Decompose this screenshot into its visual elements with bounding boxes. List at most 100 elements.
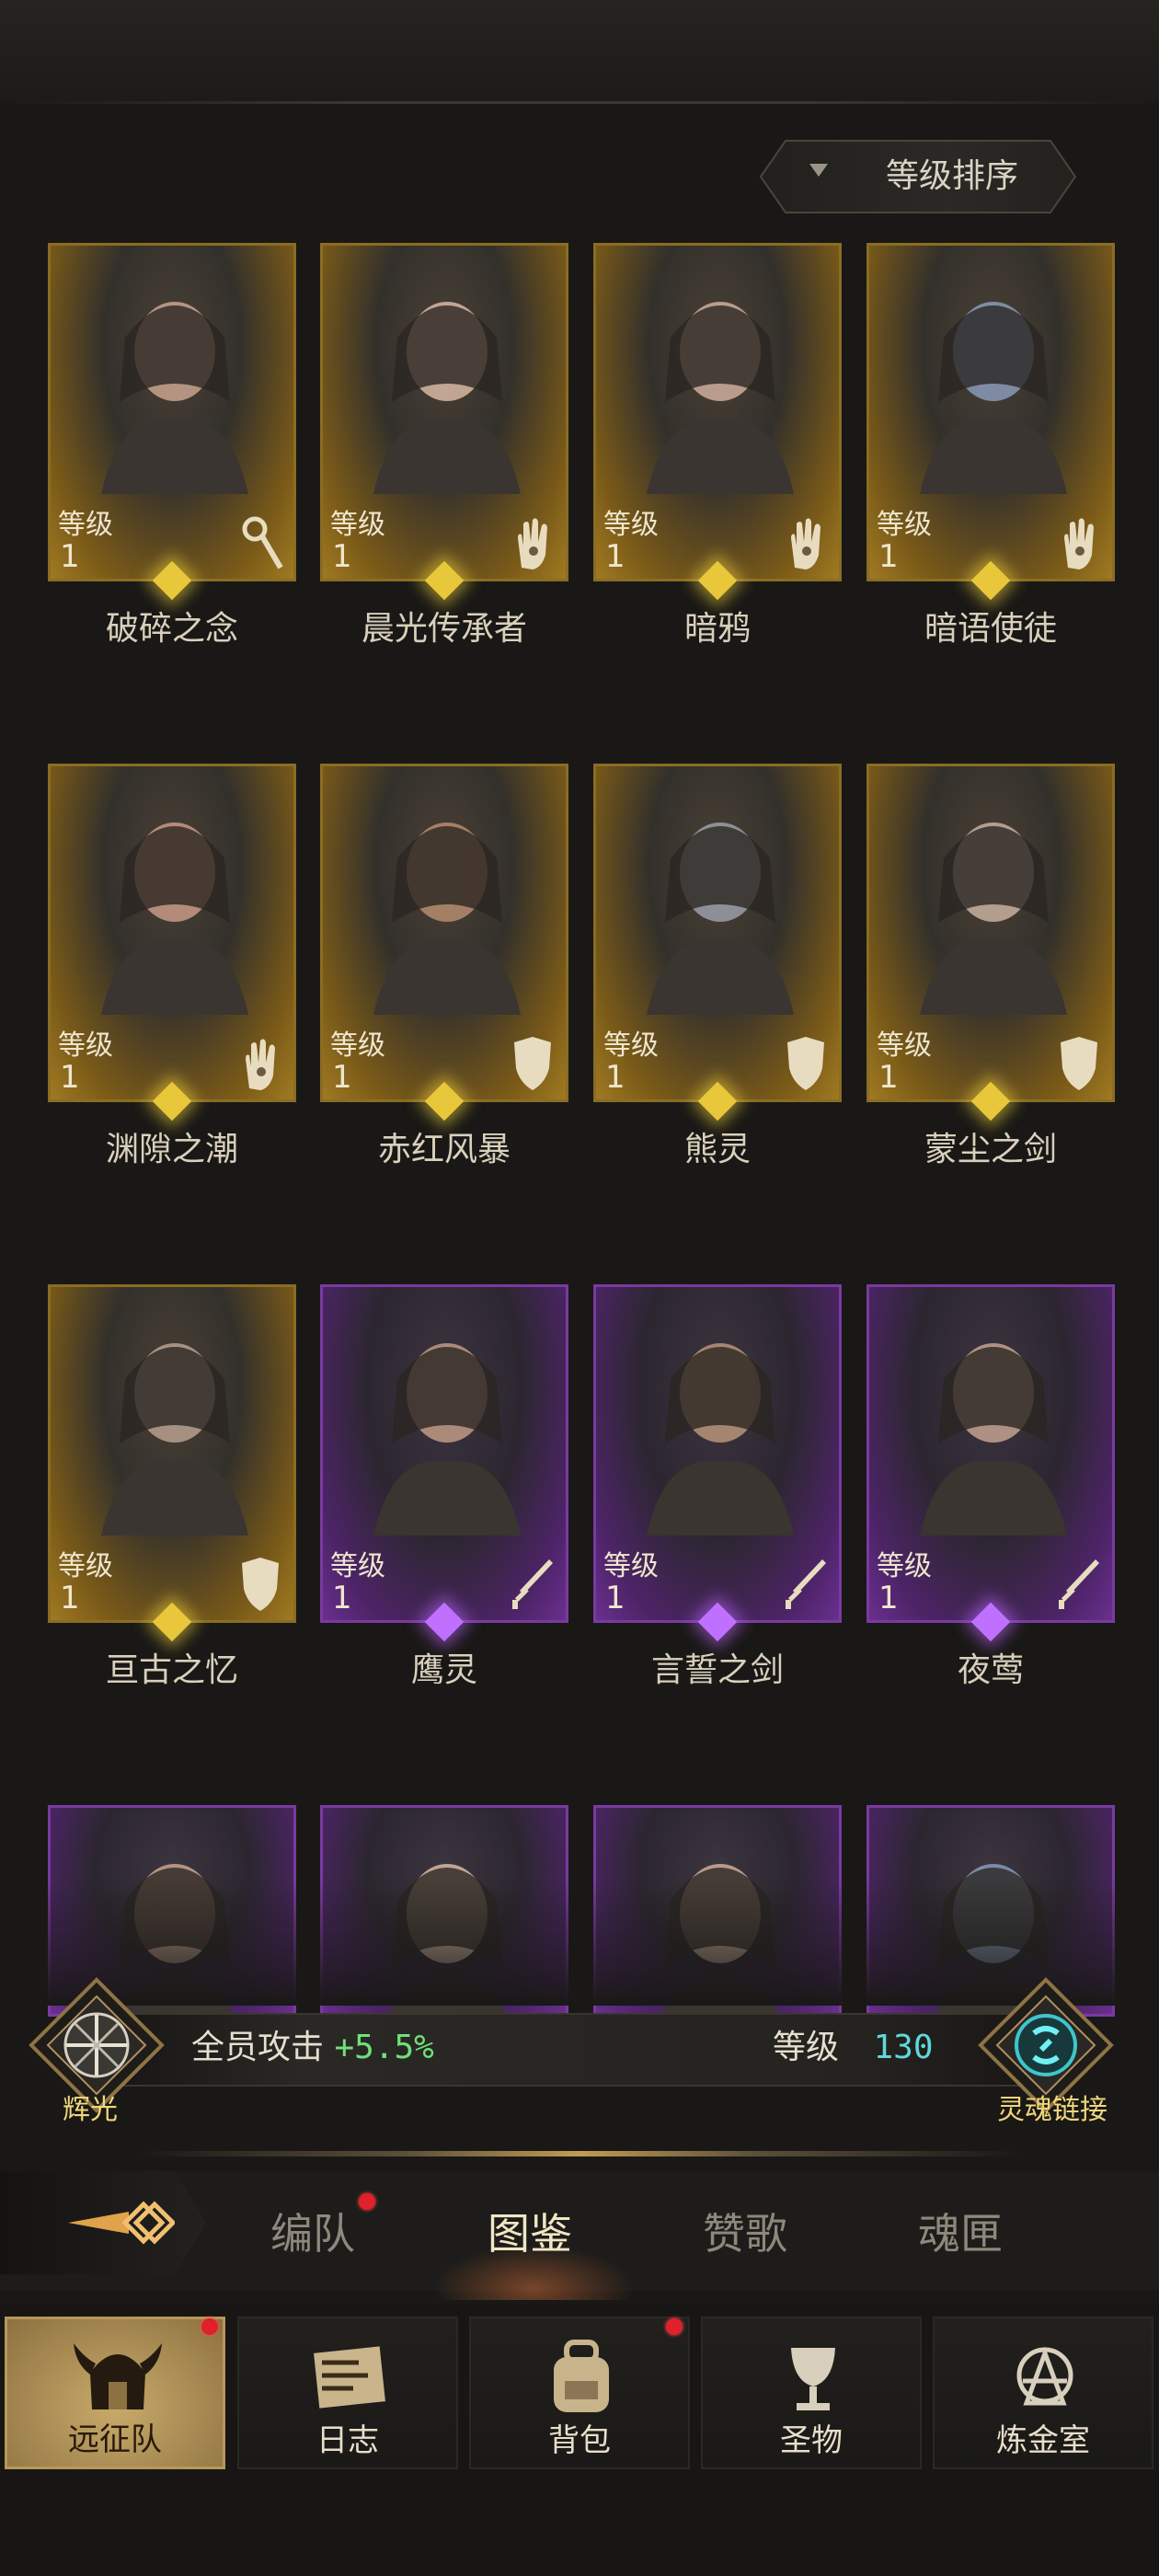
hero-card[interactable]: 等级 1 [593, 243, 842, 581]
radiance-label: 辉光 [63, 2094, 118, 2126]
level-value: 1 [60, 1580, 80, 1616]
chevron-down-icon [809, 164, 828, 177]
hand-icon [246, 1039, 275, 1090]
hero-card[interactable]: 等级 1 [320, 243, 568, 581]
nav-label: 远征队 [68, 2421, 162, 2458]
level-value: 1 [332, 538, 352, 575]
level-label: 等级 [877, 509, 932, 541]
hero-portrait [373, 1343, 521, 1535]
back-arrow-icon [68, 2201, 175, 2245]
notification-dot [201, 2318, 218, 2335]
hero-name: 言誓之剑 [650, 1651, 784, 1689]
notification-dot [359, 2193, 375, 2210]
hand-icon [518, 518, 547, 569]
hand-icon [1064, 518, 1094, 569]
backpack-icon [554, 2340, 609, 2412]
hero-name: 夜莺 [957, 1651, 1024, 1689]
nav-label: 日志 [316, 2422, 379, 2459]
level-label: 等级 [330, 1550, 385, 1582]
level-value: 1 [605, 538, 625, 575]
level-label: 等级 [877, 1550, 932, 1582]
tab-item[interactable]: 图鉴 [488, 2202, 572, 2266]
level-label: 等级 [58, 509, 113, 541]
hero-portrait [373, 302, 521, 494]
chalice-icon [791, 2348, 835, 2410]
level-value: 1 [60, 1059, 80, 1096]
tab-item[interactable]: 编队 [270, 2202, 355, 2266]
soul-link-label: 灵魂链接 [997, 2094, 1107, 2126]
hero-portrait [920, 1343, 1067, 1535]
level-value: 1 [332, 1059, 352, 1096]
shield-icon [242, 1558, 279, 1611]
level-label: 等级 [603, 509, 659, 541]
soul-link-level: 等级 130 [773, 2024, 934, 2072]
level-value: 1 [605, 1580, 625, 1616]
hero-name: 暗鸦 [683, 610, 751, 648]
tab-item[interactable]: 赞歌 [703, 2202, 787, 2266]
nav-label: 炼金室 [996, 2422, 1090, 2459]
hero-card[interactable]: 等级 1 [48, 764, 296, 1102]
nav-backpack[interactable]: 背包 [469, 2317, 690, 2469]
hero-name: 破碎之念 [105, 610, 238, 648]
level-value: 1 [60, 538, 80, 575]
nav-label: 背包 [548, 2422, 611, 2459]
level-value: 130 [873, 2029, 934, 2066]
hero-card[interactable]: 等级 1 [593, 764, 842, 1102]
hero-card[interactable]: 等级 1 [593, 1284, 842, 1623]
nav-journal[interactable]: 日志 [237, 2317, 458, 2469]
scroll-icon [314, 2346, 385, 2409]
hero-name: 赤红风暴 [377, 1131, 511, 1168]
team-attack-bonus: 全员攻击 +5.5% [191, 2024, 434, 2072]
section-divider [138, 2151, 1021, 2156]
level-label: 等级 [603, 1550, 659, 1582]
level-label: 等级 [330, 509, 385, 541]
level-value: 1 [878, 538, 899, 575]
nav-alchemy[interactable]: 炼金室 [933, 2317, 1153, 2469]
hero-card[interactable]: 等级 1 [866, 764, 1115, 1102]
hero-name: 鹰灵 [410, 1651, 477, 1689]
hero-portrait [920, 822, 1067, 1015]
hero-portrait [647, 1343, 794, 1535]
shield-icon [787, 1037, 824, 1090]
notification-dot [666, 2318, 683, 2335]
hero-portrait [647, 822, 794, 1015]
hero-card[interactable]: 等级 1 [320, 764, 568, 1102]
sword-icon [512, 1559, 553, 1609]
tab-item[interactable]: 魂匣 [918, 2202, 1003, 2266]
hero-card[interactable]: 等级 1 [48, 243, 296, 581]
hero-portrait [920, 302, 1067, 494]
nav-relics[interactable]: 圣物 [701, 2317, 922, 2469]
level-label: 等级 [603, 1029, 659, 1062]
level-label: 等级 [58, 1029, 113, 1062]
hero-card[interactable]: 等级 1 [866, 1284, 1115, 1623]
hero-name: 暗语使徒 [924, 610, 1057, 648]
top-banner [0, 0, 1159, 104]
alchemy-icon [1016, 2346, 1073, 2406]
hero-portrait [101, 302, 248, 494]
level-value: 1 [878, 1059, 899, 1096]
horned-helmet-icon [74, 2343, 162, 2409]
level-label: 等级 [58, 1550, 113, 1582]
hero-portrait [101, 1343, 248, 1535]
hero-name: 渊隙之潮 [105, 1131, 238, 1168]
hero-name: 蒙尘之剑 [924, 1131, 1057, 1168]
sword-icon [786, 1559, 826, 1609]
hero-card[interactable]: 等级 1 [866, 243, 1115, 581]
sword-icon [1059, 1559, 1099, 1609]
nav-label: 圣物 [780, 2422, 843, 2459]
level-value: 1 [605, 1059, 625, 1096]
level-label: 等级 [773, 2029, 840, 2066]
bonus-label: 全员攻击 [191, 2029, 325, 2066]
sort-label[interactable]: 等级排序 [855, 151, 1049, 202]
hero-card[interactable]: 等级 1 [320, 1284, 568, 1623]
hero-portrait [373, 822, 521, 1015]
hero-card[interactable]: 等级 1 [48, 1284, 296, 1623]
hero-portrait [647, 302, 794, 494]
bonus-value: +5.5% [334, 2029, 434, 2066]
shield-icon [1061, 1037, 1097, 1090]
hero-portrait [101, 822, 248, 1015]
staff-icon [242, 516, 283, 569]
nav-expedition[interactable]: 远征队 [5, 2317, 225, 2469]
hero-name: 亘古之忆 [105, 1651, 238, 1689]
hero-name: 熊灵 [683, 1131, 751, 1168]
